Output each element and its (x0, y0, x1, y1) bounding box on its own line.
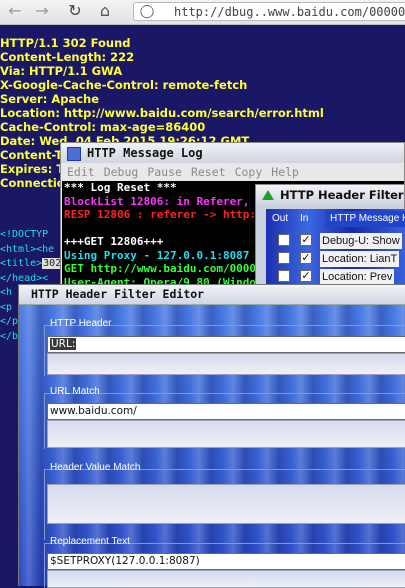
in-checkbox[interactable]: ✓ (300, 234, 312, 246)
globe-icon: ◯ (139, 4, 155, 19)
header-filter-row[interactable]: ✓ Debug-U: Show (268, 233, 405, 249)
out-checkbox[interactable] (278, 252, 290, 264)
address-bar[interactable]: ◯ http://dbug..www.baidu.com/000000 (133, 2, 405, 21)
replacement-field[interactable]: $SETPROXY(127.0.0.1:8087) (47, 553, 405, 570)
message-log-titlebar[interactable]: HTTP Message Log (61, 143, 404, 163)
http-header-group: HTTP Header URL: (44, 318, 405, 376)
response-line: HTTP/1.1 302 Found (0, 36, 131, 50)
menu-item-reset[interactable]: Reset (191, 165, 226, 179)
url-match-group: URL Match www.baidu.com/ (44, 386, 405, 449)
out-checkbox[interactable] (278, 270, 290, 282)
header-filter-label: Debug-U: Show (320, 233, 402, 249)
header-filter-row[interactable]: ✓ Location: Prev (268, 269, 405, 285)
source-line: <html><he (0, 243, 55, 255)
in-checkbox[interactable]: ✓ (300, 270, 312, 282)
response-line: X-Google-Cache-Control: remote-fetch (0, 78, 248, 92)
column-out[interactable]: Out (272, 211, 288, 227)
reload-icon[interactable]: ↻ (66, 2, 84, 20)
menu-item-pause[interactable]: Pause (147, 165, 182, 179)
http-header-label: HTTP Header (50, 318, 112, 329)
header-value-match-label: Header Value Match (50, 462, 141, 473)
address-bar-url: http://dbug..www.baidu.com/000000 (174, 5, 405, 19)
url-match-field[interactable]: www.baidu.com/ (47, 403, 405, 420)
replacement-label: Replacement Text (50, 536, 130, 547)
header-value-match-field[interactable] (47, 484, 405, 524)
triangle-icon (262, 190, 274, 200)
header-value-match-group: Header Value Match (44, 462, 405, 540)
header-filter-title: HTTP Header Filter (280, 188, 404, 202)
home-icon[interactable]: ⌂ (96, 2, 114, 20)
source-line: <!DOCTYP (0, 229, 49, 240)
browser-toolbar: ← → ↻ ⌂ ◯ http://dbug..www.baidu.com/000… (0, 0, 405, 25)
replacement-spacer (47, 570, 405, 588)
response-line: Cache-Control: max-age=86400 (0, 120, 206, 134)
url-match-spacer (47, 420, 405, 448)
response-line: Via: HTTP/1.1 GWA (0, 64, 123, 78)
header-filter-label: Location: Prev (320, 269, 395, 285)
back-arrow-icon[interactable]: ← (6, 2, 24, 20)
forward-arrow-icon[interactable]: → (33, 2, 51, 20)
header-filter-columns: Out In HTTP Message H (266, 211, 405, 227)
response-line: Location: http://www.baidu.com/search/er… (0, 106, 324, 120)
replacement-value: $SETPROXY(127.0.0.1:8087) (50, 555, 200, 567)
header-filter-titlebar[interactable]: HTTP Header Filter (256, 185, 404, 205)
replacement-group: Replacement Text $SETPROXY(127.0.0.1:808… (44, 536, 405, 588)
menu-item-help[interactable]: Help (271, 165, 299, 179)
filter-editor-window: HTTP Header Filter Editor HTTP Header UR… (18, 284, 405, 588)
out-checkbox[interactable] (278, 234, 290, 246)
header-filter-row[interactable]: ✓ Location: LianT (268, 251, 405, 267)
header-filter-label: Location: LianT (320, 251, 400, 267)
window-icon (67, 147, 81, 161)
header-filter-window: HTTP Header Filter Out In HTTP Message H… (255, 184, 405, 288)
source-tag: <title> (0, 258, 43, 269)
response-line: Content-Length: 222 (0, 50, 135, 64)
column-message-header[interactable]: HTTP Message H (326, 211, 405, 227)
in-checkbox[interactable]: ✓ (300, 252, 312, 264)
column-in[interactable]: In (300, 211, 308, 227)
url-match-label: URL Match (50, 386, 100, 397)
message-log-menubar: Edit Debug Pause Reset Copy Help (61, 163, 404, 181)
url-match-value: www.baidu.com/ (50, 405, 137, 417)
http-header-spacer (47, 353, 405, 375)
message-log-title: HTTP Message Log (87, 146, 203, 160)
menu-item-copy[interactable]: Copy (235, 165, 263, 179)
http-header-field[interactable]: URL: (47, 336, 405, 353)
menu-item-edit[interactable]: Edit (67, 165, 95, 179)
filter-editor-title[interactable]: HTTP Header Filter Editor (19, 285, 405, 305)
response-line: Server: Apache (0, 92, 100, 106)
source-line: <title>302 (0, 257, 63, 272)
http-header-value: URL: (50, 338, 77, 350)
menu-item-debug[interactable]: Debug (104, 165, 139, 179)
